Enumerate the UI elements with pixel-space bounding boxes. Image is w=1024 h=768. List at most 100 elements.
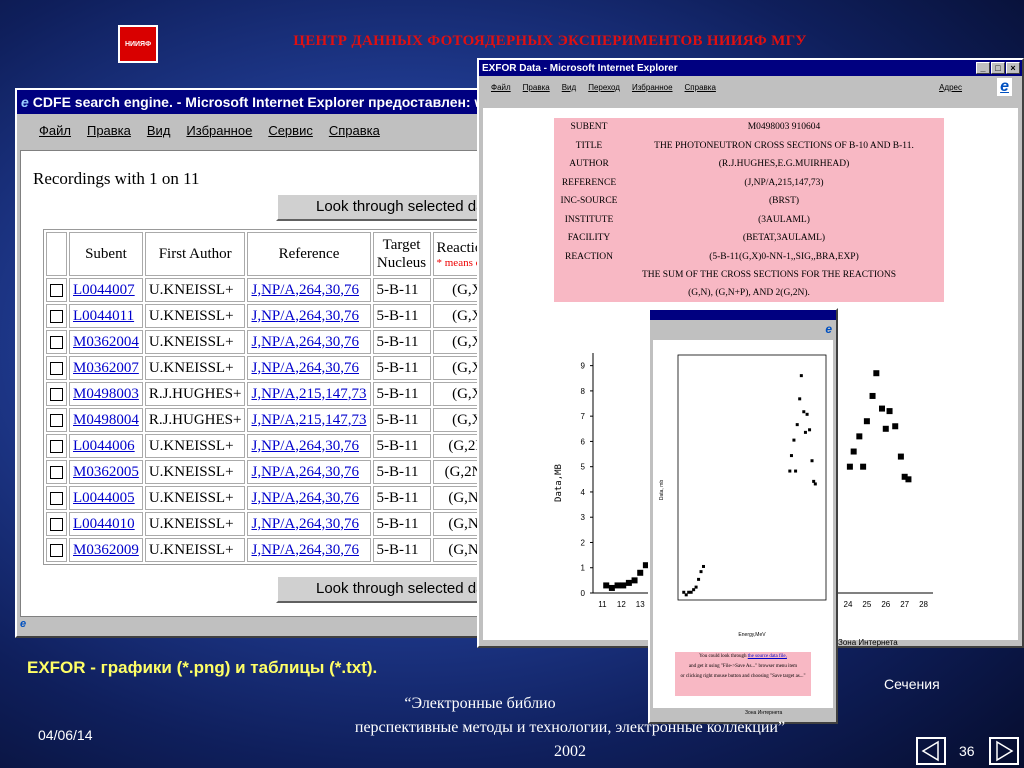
small-titlebar[interactable] bbox=[650, 310, 836, 320]
info-key: REACTION bbox=[564, 251, 614, 262]
info-row: INC-SOURCE (BRST) bbox=[554, 192, 944, 211]
menu-tools[interactable]: Сервис bbox=[268, 123, 313, 138]
exfor-window-title: EXFOR Data - Microsoft Internet Explorer bbox=[482, 62, 678, 74]
table-row: M0498004 R.J.HUGHES+ J,NP/A,215,147,73 5-B-… bbox=[46, 408, 481, 432]
exfor-menu-file[interactable]: Файл bbox=[491, 83, 511, 92]
menu-favorites[interactable]: Избранное bbox=[186, 123, 252, 138]
row-checkbox-cell bbox=[46, 538, 67, 562]
col-reaction: Reaction * means combi bbox=[432, 232, 481, 276]
menu-file[interactable]: Файл bbox=[39, 123, 71, 138]
info-row: INSTITUTE (3AULAML) bbox=[554, 211, 944, 230]
exfor-menu-go[interactable]: Переход bbox=[588, 83, 620, 92]
conference-line1: “Электронные библио bbox=[404, 695, 556, 712]
info-value: (J,NP/A,215,147,73) bbox=[744, 177, 824, 188]
look-through-button-bottom[interactable]: Look through selected data bbox=[276, 575, 481, 603]
exfor-menu-edit[interactable]: Правка bbox=[523, 83, 550, 92]
results-table: Subent First Author Reference Target Nuc… bbox=[43, 229, 481, 565]
table-row: L0044010 U.KNEISSL+ J,NP/A,264,30,76 5-B-11… bbox=[46, 512, 481, 536]
row-checkbox[interactable] bbox=[50, 491, 63, 505]
cdfe-statusbar: e bbox=[20, 618, 480, 634]
data-point bbox=[625, 579, 632, 586]
slide-date: 04/06/14 bbox=[38, 727, 93, 743]
subent-link[interactable]: L0044006 bbox=[73, 438, 135, 454]
exfor-menu-view[interactable]: Вид bbox=[562, 83, 576, 92]
data-point bbox=[892, 423, 899, 430]
subent-link[interactable]: M0362009 bbox=[73, 542, 139, 558]
small-note-box: You could look through the source data f… bbox=[675, 652, 811, 696]
conference-year: 2002 bbox=[554, 743, 586, 760]
menu-edit[interactable]: Правка bbox=[87, 123, 131, 138]
exfor-menu-help[interactable]: Справка bbox=[685, 83, 716, 92]
reference-link[interactable]: J,NP/A,264,30,76 bbox=[251, 282, 359, 298]
reference-link[interactable]: J,NP/A,264,30,76 bbox=[251, 438, 359, 454]
prev-slide-button[interactable] bbox=[916, 737, 946, 765]
table-row: M0362007 U.KNEISSL+ J,NP/A,264,30,76 5-B-11… bbox=[46, 356, 481, 380]
minimize-button[interactable]: _ bbox=[976, 62, 990, 74]
source-file-link[interactable]: the source data file, bbox=[748, 654, 787, 659]
look-through-button-top[interactable]: Look through selected data bbox=[276, 193, 481, 221]
exfor-address-label[interactable]: Адрес bbox=[939, 83, 962, 92]
cell-first-author: R.J.HUGHES+ bbox=[144, 382, 246, 406]
triangle-right-icon bbox=[996, 740, 1014, 762]
data-point bbox=[620, 582, 627, 589]
reference-link[interactable]: J,NP/A,264,30,76 bbox=[251, 542, 359, 558]
reference-link[interactable]: J,NP/A,264,30,76 bbox=[251, 360, 359, 376]
small-data-point bbox=[694, 585, 698, 589]
exfor-titlebar[interactable]: EXFOR Data - Microsoft Internet Explorer… bbox=[479, 60, 1022, 76]
subent-link[interactable]: M0362004 bbox=[73, 334, 139, 350]
row-checkbox[interactable] bbox=[50, 361, 63, 375]
subent-link[interactable]: L0044007 bbox=[73, 282, 135, 298]
row-checkbox[interactable] bbox=[50, 439, 63, 453]
row-checkbox[interactable] bbox=[50, 413, 63, 427]
chart-ylabel: Data,MB bbox=[554, 464, 564, 502]
subent-link[interactable]: M0362005 bbox=[73, 464, 139, 480]
cell-subent: L0044005 bbox=[69, 486, 143, 510]
row-checkbox[interactable] bbox=[50, 543, 63, 557]
reference-link[interactable]: J,NP/A,264,30,76 bbox=[251, 308, 359, 324]
cell-reaction: (G,N)* bbox=[432, 486, 481, 510]
x-tick-label: 11 bbox=[598, 600, 607, 609]
y-tick-label: 9 bbox=[581, 362, 586, 371]
close-button[interactable]: × bbox=[1006, 62, 1020, 74]
subent-link[interactable]: M0498004 bbox=[73, 412, 139, 428]
row-checkbox[interactable] bbox=[50, 465, 63, 479]
reference-link[interactable]: J,NP/A,215,147,73 bbox=[251, 386, 366, 402]
cell-first-author: U.KNEISSL+ bbox=[144, 434, 246, 458]
row-checkbox[interactable] bbox=[50, 283, 63, 297]
data-point bbox=[614, 582, 621, 589]
row-checkbox-cell bbox=[46, 408, 67, 432]
subent-link[interactable]: L0044005 bbox=[73, 490, 135, 506]
cdfe-titlebar[interactable]: e CDFE search engine. - Microsoft Intern… bbox=[17, 90, 483, 114]
reference-link[interactable]: J,NP/A,215,147,73 bbox=[251, 412, 366, 428]
menu-help[interactable]: Справка bbox=[329, 123, 380, 138]
row-checkbox[interactable] bbox=[50, 335, 63, 349]
table-row: L0044005 U.KNEISSL+ J,NP/A,264,30,76 5-B-11… bbox=[46, 486, 481, 510]
small-data-point bbox=[808, 428, 812, 432]
exfor-menu-favorites[interactable]: Избранное bbox=[632, 83, 673, 92]
y-tick-label: 6 bbox=[581, 437, 586, 446]
info-key: AUTHOR bbox=[569, 159, 609, 170]
next-slide-button[interactable] bbox=[989, 737, 1019, 765]
cell-reaction: (G,X) bbox=[432, 304, 481, 328]
ie-icon: e bbox=[21, 94, 29, 110]
y-tick-label: 2 bbox=[581, 538, 586, 547]
subent-link[interactable]: M0362007 bbox=[73, 360, 139, 376]
row-checkbox[interactable] bbox=[50, 517, 63, 531]
row-checkbox[interactable] bbox=[50, 387, 63, 401]
subent-link[interactable]: L0044010 bbox=[73, 516, 135, 532]
reference-link[interactable]: J,NP/A,264,30,76 bbox=[251, 490, 359, 506]
reference-link[interactable]: J,NP/A,264,30,76 bbox=[251, 516, 359, 532]
sections-link[interactable]: Сечения bbox=[884, 676, 940, 692]
reference-link[interactable]: J,NP/A,264,30,76 bbox=[251, 464, 359, 480]
subent-link[interactable]: M0498003 bbox=[73, 386, 139, 402]
cell-subent: L0044011 bbox=[69, 304, 143, 328]
small-data-point bbox=[805, 412, 809, 416]
maximize-button[interactable]: □ bbox=[991, 62, 1005, 74]
row-checkbox[interactable] bbox=[50, 309, 63, 323]
menu-view[interactable]: Вид bbox=[147, 123, 171, 138]
small-note-1: You could look through bbox=[699, 654, 747, 659]
small-note-2: and get it using "File->Save As..." brow… bbox=[688, 664, 798, 669]
reference-link[interactable]: J,NP/A,264,30,76 bbox=[251, 334, 359, 350]
subent-link[interactable]: L0044011 bbox=[73, 308, 134, 324]
info-key: INSTITUTE bbox=[564, 214, 614, 225]
